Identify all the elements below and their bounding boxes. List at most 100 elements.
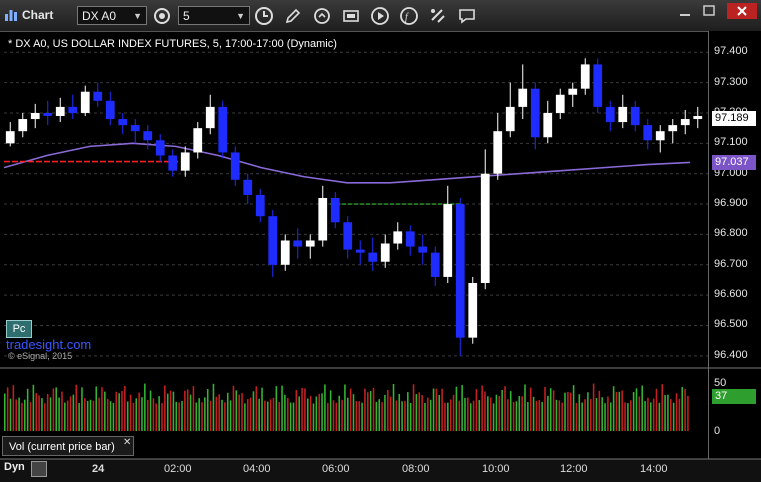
volume-bar: [518, 396, 521, 431]
volume-bar: [652, 398, 655, 431]
minimize-icon[interactable]: [676, 3, 694, 19]
volume-bar: [541, 401, 543, 431]
volume-bar: [6, 387, 9, 431]
time-tick-label: 12:00: [560, 463, 588, 475]
volume-bar: [206, 388, 209, 431]
volume-bar: [469, 403, 472, 431]
volume-bar: [284, 394, 286, 431]
volume-bar: [335, 402, 338, 431]
candle-body: [430, 252, 440, 277]
candle-body: [605, 106, 615, 123]
volume-bar: [424, 402, 426, 431]
candle-body: [218, 106, 228, 153]
volume-bar: [4, 393, 6, 431]
candle-body: [30, 112, 40, 120]
formula-icon[interactable]: f: [399, 6, 419, 26]
volume-bar: [321, 393, 323, 431]
volume-bar: [255, 386, 258, 431]
tools-icon[interactable]: [428, 6, 448, 26]
volume-bar: [672, 402, 675, 431]
volume-bar: [547, 395, 549, 431]
price-tick-label: 96.600: [714, 288, 748, 301]
close-icon[interactable]: [727, 3, 757, 19]
candle-body: [493, 131, 503, 174]
volume-bar: [681, 387, 683, 431]
volume-bar: [215, 396, 218, 431]
volume-bar: [584, 399, 586, 431]
candle-body: [330, 197, 340, 223]
candle-body: [468, 282, 478, 338]
volume-bar: [12, 385, 15, 431]
maximize-icon[interactable]: [700, 3, 718, 19]
candle-body: [393, 231, 403, 244]
volume-bar: [226, 392, 229, 431]
volume-bar: [458, 400, 461, 431]
candle-body: [268, 216, 278, 265]
price-tick-label: 96.800: [714, 227, 748, 240]
chart-title: * DX A0, US DOLLAR INDEX FUTURES, 5, 17:…: [8, 38, 337, 50]
volume-bar: [304, 388, 306, 431]
chevron-down-icon[interactable]: ▼: [133, 7, 142, 26]
volume-bar: [318, 393, 320, 431]
volume-bar: [186, 389, 189, 431]
interval-input[interactable]: 5 ▼: [178, 6, 250, 25]
chart-app-icon: [5, 10, 17, 21]
vol-axis-label: 0: [714, 425, 721, 437]
dynamic-label[interactable]: Dyn: [4, 461, 25, 473]
time-tick-label: 06:00: [322, 463, 350, 475]
clock-icon[interactable]: [254, 6, 274, 26]
volume-bar: [675, 393, 678, 431]
volume-bar: [244, 403, 246, 431]
volume-bar: [149, 390, 152, 431]
play-icon[interactable]: [370, 6, 390, 26]
link-settings-icon[interactable]: [152, 6, 172, 26]
volume-bar: [412, 384, 415, 431]
volume-bar: [492, 403, 495, 431]
volume-bar: [241, 393, 243, 431]
volume-bar: [478, 400, 481, 431]
price-tick-label: 96.500: [714, 318, 748, 331]
vol-axis-label: 50: [714, 377, 727, 389]
chevron-down-icon[interactable]: ▼: [236, 7, 245, 26]
volume-bar: [569, 392, 572, 431]
candle-body: [205, 106, 215, 129]
volume-bar: [295, 390, 298, 431]
volume-bar: [292, 402, 295, 431]
volume-bar: [358, 401, 361, 431]
volume-bar: [289, 402, 292, 431]
pencil-icon[interactable]: [283, 6, 303, 26]
volume-bar: [549, 388, 552, 431]
volume-bar: [595, 398, 598, 431]
volume-bar: [306, 398, 309, 431]
volume-study-label[interactable]: Vol (current price bar): [2, 436, 134, 456]
volume-bar: [169, 390, 172, 431]
volume-bar: [195, 402, 198, 431]
volume-bar: [578, 394, 581, 431]
volume-bar: [349, 388, 352, 431]
moving-average: [3, 142, 691, 184]
volume-bar: [141, 397, 143, 431]
price-chart[interactable]: [0, 31, 761, 459]
app-title: Chart: [22, 8, 54, 22]
volume-bar: [135, 398, 138, 431]
candle-body: [568, 88, 578, 95]
volume-bar: [661, 384, 663, 431]
time-tick-label: 02:00: [164, 463, 192, 475]
candle-body: [18, 119, 28, 132]
candle-body: [655, 131, 665, 141]
symbol-input[interactable]: DX A0 ▼: [77, 6, 147, 25]
volume-bar: [649, 402, 652, 431]
template-icon[interactable]: [341, 6, 361, 26]
volume-bar: [641, 385, 643, 431]
close-icon[interactable]: ✕: [123, 437, 131, 448]
volume-bar: [26, 388, 29, 431]
volume-bar: [155, 403, 158, 431]
volume-bar: [398, 393, 401, 431]
scale-icon[interactable]: [31, 461, 47, 477]
candle-body: [55, 106, 65, 117]
comment-icon[interactable]: [457, 6, 477, 26]
pc-badge[interactable]: Pc: [6, 320, 32, 338]
volume-bar: [667, 394, 669, 431]
volume-bar: [487, 396, 489, 431]
refresh-icon[interactable]: [312, 6, 332, 26]
